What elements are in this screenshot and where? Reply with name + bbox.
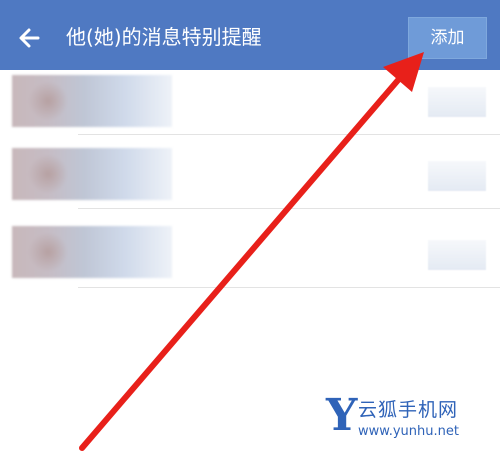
arrow-left-icon — [19, 28, 40, 48]
blurred-contact-info — [12, 148, 172, 200]
page-title: 他(她)的消息特别提醒 — [66, 25, 262, 49]
add-button[interactable]: 添加 — [408, 17, 487, 59]
list-item[interactable] — [0, 70, 500, 135]
watermark-logo-letter: Y — [326, 390, 358, 441]
blurred-item-action[interactable] — [428, 161, 486, 191]
blurred-contact-info — [12, 226, 172, 278]
list-item[interactable] — [0, 135, 500, 213]
back-button[interactable] — [14, 22, 46, 54]
blurred-contact-info — [12, 75, 172, 127]
watermark: Y 云狐手机网 www.yunhu.net — [322, 390, 492, 446]
watermark-url: www.yunhu.net — [358, 424, 459, 439]
blurred-item-action[interactable] — [428, 87, 486, 117]
divider — [78, 287, 500, 288]
watermark-name: 云狐手机网 — [358, 399, 459, 421]
list-item[interactable] — [0, 209, 500, 287]
blurred-item-action[interactable] — [428, 240, 486, 270]
app-header: 他(她)的消息特别提醒 添加 — [0, 0, 500, 70]
